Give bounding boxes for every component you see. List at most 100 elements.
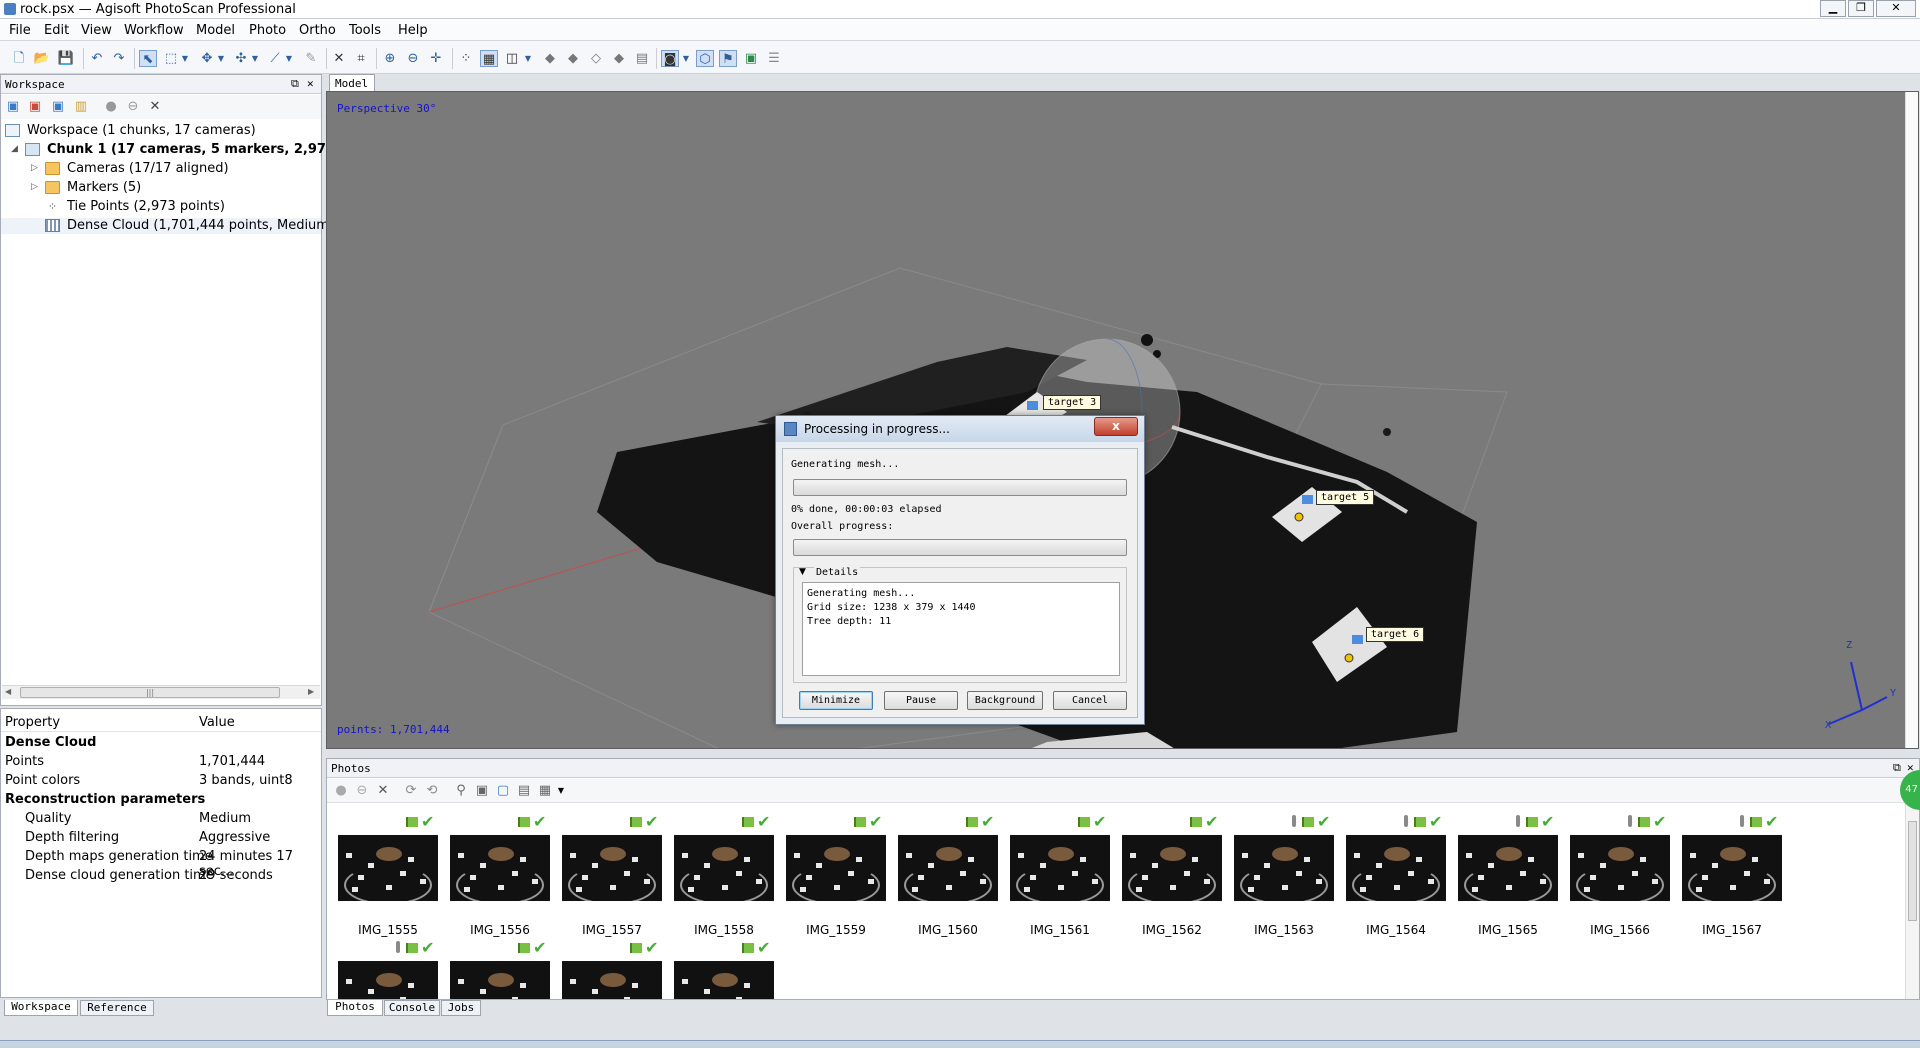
- menu-help[interactable]: Help: [398, 23, 428, 38]
- photo-thumbnail[interactable]: ✔ IMG_1559: [786, 811, 886, 937]
- photo-thumbnail[interactable]: ✔ IMG_1562: [1122, 811, 1222, 937]
- background-button[interactable]: Background: [967, 691, 1043, 710]
- tab-photos[interactable]: Photos: [327, 1000, 383, 1016]
- pencil-icon[interactable]: ✎: [302, 50, 320, 67]
- disable-icon[interactable]: ⊖: [354, 783, 370, 799]
- photo-thumbnail[interactable]: ✔ IMG_1561: [1010, 811, 1110, 937]
- collapse-arrow-icon[interactable]: ◢: [11, 144, 18, 154]
- menu-edit[interactable]: Edit: [44, 23, 69, 38]
- thumbnails-icon[interactable]: ▦: [537, 783, 553, 799]
- ruler-icon[interactable]: ⟋: [266, 50, 284, 67]
- close-panel-icon[interactable]: ✕: [307, 77, 314, 90]
- grid-icon[interactable]: ☰: [765, 50, 783, 67]
- restore-window-icon[interactable]: ❐: [1848, 0, 1874, 17]
- expand-arrow-icon[interactable]: ▷: [31, 163, 38, 173]
- viewport-scrollbar[interactable]: [1905, 92, 1918, 748]
- points-icon[interactable]: ⁘: [457, 50, 475, 67]
- image-icon[interactable]: ▣: [742, 50, 760, 67]
- mesh-icon[interactable]: ◫: [503, 50, 521, 67]
- details-label[interactable]: Details: [814, 567, 861, 578]
- zoom-in-icon[interactable]: ⊕: [381, 50, 399, 67]
- chevron-down-icon[interactable]: ▼: [553, 783, 569, 799]
- photo-thumbnail[interactable]: ✔ IMG_1566: [1570, 811, 1670, 937]
- photo-thumbnail[interactable]: ✔ IMG_1555: [338, 811, 438, 937]
- chevron-down-icon[interactable]: ▼: [180, 50, 190, 67]
- menu-workflow[interactable]: Workflow: [124, 23, 184, 38]
- disable-icon[interactable]: ⊖: [125, 99, 141, 115]
- rect-select-icon[interactable]: ⬚: [162, 50, 180, 67]
- chevron-down-icon[interactable]: ▼: [250, 50, 260, 67]
- menu-view[interactable]: View: [81, 23, 112, 38]
- tab-jobs[interactable]: Jobs: [441, 1000, 481, 1016]
- menu-ortho[interactable]: Ortho: [299, 23, 336, 38]
- photo-thumbnail[interactable]: ✔ IMG_1560: [898, 811, 998, 937]
- move-object-icon[interactable]: ✥: [198, 50, 216, 67]
- tree-tie-points[interactable]: ⁘ Tie Points (2,973 points): [1, 199, 321, 215]
- cancel-button[interactable]: Cancel: [1053, 691, 1127, 710]
- tab-reference[interactable]: Reference: [80, 1000, 154, 1016]
- float-panel-icon[interactable]: ⧉: [291, 77, 299, 91]
- expand-arrow-icon[interactable]: ▷: [31, 182, 38, 192]
- region-icon[interactable]: ⬡: [696, 50, 714, 67]
- photo-thumbnail[interactable]: ✔ IMG_1565: [1458, 811, 1558, 937]
- tree-root[interactable]: Workspace (1 chunks, 17 cameras): [1, 123, 321, 139]
- redo-icon[interactable]: ↷: [110, 50, 128, 67]
- enable-icon[interactable]: ●: [103, 99, 119, 115]
- photo-thumbnail[interactable]: ✔IMG_1571: [674, 937, 774, 999]
- marker-label[interactable]: target 6: [1366, 627, 1425, 642]
- photo-thumbnail[interactable]: ✔ IMG_1556: [450, 811, 550, 937]
- menu-file[interactable]: File: [9, 23, 31, 38]
- tiled-icon[interactable]: ▤: [633, 50, 651, 67]
- tree-markers[interactable]: ▷ Markers (5): [1, 180, 321, 196]
- delete-icon[interactable]: ✕: [330, 50, 348, 67]
- tab-console[interactable]: Console: [384, 1000, 440, 1016]
- photo-thumbnail[interactable]: ✔IMG_1570: [562, 937, 662, 999]
- add-folder-icon[interactable]: ▣: [50, 99, 66, 115]
- remove-icon[interactable]: ✕: [375, 783, 391, 799]
- tree-dense-cloud[interactable]: Dense Cloud (1,701,444 points, Medium qu: [1, 218, 350, 234]
- scroll-thumb[interactable]: [1908, 821, 1917, 921]
- photo-thumbnail[interactable]: ✔ IMG_1557: [562, 811, 662, 937]
- dense-cloud-icon[interactable]: ▦: [480, 50, 498, 67]
- chevron-down-icon[interactable]: ▼: [681, 50, 691, 67]
- chevron-down-icon[interactable]: ▼: [284, 50, 294, 67]
- zoom-out-icon[interactable]: ⊖: [404, 50, 422, 67]
- markers-icon[interactable]: ⚑: [719, 50, 737, 67]
- shaded-icon[interactable]: ◆: [541, 50, 559, 67]
- save-icon[interactable]: 💾: [57, 50, 75, 67]
- tab-workspace[interactable]: Workspace: [4, 1000, 78, 1016]
- photo-thumbnail[interactable]: ✔IMG_1569: [450, 937, 550, 999]
- remove-icon[interactable]: ✕: [147, 99, 163, 115]
- photo-thumbnail[interactable]: ✔ IMG_1564: [1346, 811, 1446, 937]
- pause-button[interactable]: Pause: [884, 691, 958, 710]
- float-panel-icon[interactable]: ⧉: [1893, 761, 1901, 775]
- close-icon[interactable]: x: [1094, 417, 1138, 436]
- open-icon[interactable]: 📂: [33, 50, 51, 67]
- tab-model[interactable]: Model: [329, 74, 375, 91]
- scroll-thumb[interactable]: |||: [20, 687, 280, 698]
- mask-icon[interactable]: ▢: [495, 783, 511, 799]
- reset-filter-icon[interactable]: ▣: [474, 783, 490, 799]
- photo-thumbnail[interactable]: ✔ IMG_1558: [674, 811, 774, 937]
- solid-icon[interactable]: ◆: [564, 50, 582, 67]
- navigation-icon[interactable]: ⬉: [139, 50, 157, 67]
- rotate-right-icon[interactable]: ⟳: [403, 783, 419, 799]
- marker-label[interactable]: target 5: [1316, 490, 1375, 505]
- photos-scrollbar[interactable]: [1905, 803, 1919, 999]
- enable-icon[interactable]: ●: [333, 783, 349, 799]
- photo-thumbnail[interactable]: ✔ IMG_1567: [1682, 811, 1782, 937]
- photo-thumbnail[interactable]: ✔ IMG_1563: [1234, 811, 1334, 937]
- menu-tools[interactable]: Tools: [349, 23, 381, 38]
- new-icon[interactable]: 🗋: [10, 50, 28, 67]
- add-photos-icon[interactable]: ▣: [27, 99, 43, 115]
- move-view-icon[interactable]: ✛: [427, 50, 445, 67]
- filter-icon[interactable]: ⚲: [453, 783, 469, 799]
- minimize-button[interactable]: Minimize: [799, 691, 873, 710]
- details-view-icon[interactable]: ▤: [516, 783, 532, 799]
- camera-icon[interactable]: ◙: [661, 50, 679, 67]
- menu-photo[interactable]: Photo: [249, 23, 286, 38]
- minimize-window-icon[interactable]: ▁: [1820, 0, 1846, 17]
- undo-icon[interactable]: ↶: [88, 50, 106, 67]
- merge-chunks-icon[interactable]: ▥: [73, 99, 89, 115]
- tree-chunk[interactable]: ◢ Chunk 1 (17 cameras, 5 markers, 2,973 …: [1, 142, 385, 158]
